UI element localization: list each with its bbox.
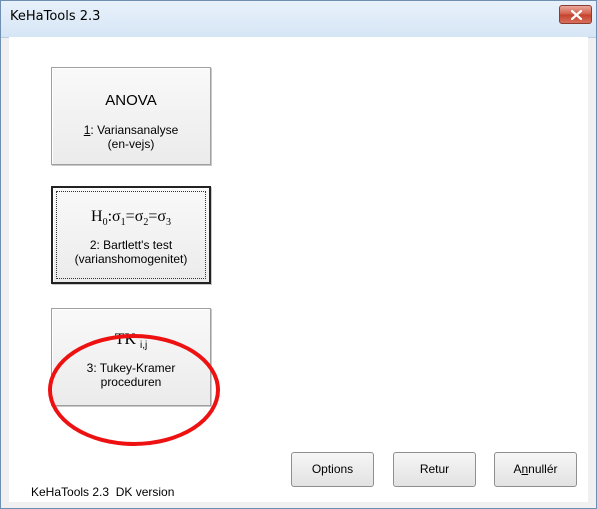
anova-label-line2: (en-vejs) bbox=[107, 137, 155, 151]
bartlett-eq1: = bbox=[125, 208, 135, 225]
tukey-kramer-button[interactable]: TK i,j 3: Tukey-Kramer proceduren bbox=[51, 308, 211, 406]
tukey-heading-sub: i,j bbox=[140, 340, 148, 352]
bartlett-heading: H0:σ1=σ2=σ3 bbox=[53, 208, 209, 228]
anova-button[interactable]: ANOVA 1: Variansanalyse (en-vejs) bbox=[51, 67, 211, 165]
tukey-label: 3: Tukey-Kramer proceduren bbox=[52, 361, 210, 389]
version-status: KeHaTools 2.3 DK version bbox=[31, 485, 175, 499]
bartlett-label: 2: Bartlett's test (varianshomogenitet) bbox=[53, 238, 209, 266]
tukey-heading-text: TK bbox=[114, 331, 137, 348]
tukey-label-line2: proceduren bbox=[100, 375, 162, 390]
bartlett-sigma1: σ bbox=[112, 208, 121, 225]
bartlett-sigma3-sub: 3 bbox=[165, 217, 171, 229]
options-button[interactable]: Options bbox=[291, 452, 374, 487]
retur-button[interactable]: Retur bbox=[393, 452, 476, 487]
bartlett-label-line2: (varianshomogenitet) bbox=[74, 252, 188, 267]
bartlett-h: H bbox=[91, 208, 103, 225]
bartlett-button[interactable]: H0:σ1=σ2=σ3 2: Bartlett's test (variansh… bbox=[51, 186, 211, 284]
anova-label: 1: Variansanalyse (en-vejs) bbox=[52, 123, 210, 151]
anova-heading: ANOVA bbox=[105, 92, 157, 109]
tukey-heading: TK i,j bbox=[52, 331, 210, 351]
close-icon bbox=[571, 10, 582, 20]
bartlett-label-line1: 2: Bartlett's test bbox=[89, 238, 173, 253]
bartlett-sigma3: σ bbox=[157, 208, 166, 225]
annuller-label-rest: nullér bbox=[528, 462, 558, 476]
annuller-button[interactable]: Annullér bbox=[494, 452, 577, 487]
bartlett-eq2: = bbox=[148, 208, 158, 225]
dialog-window: KeHaTools 2.3 ANOVA 1: Variansanalyse (e… bbox=[0, 0, 597, 509]
title-bar: KeHaTools 2.3 bbox=[1, 1, 596, 38]
window-title: KeHaTools 2.3 bbox=[10, 9, 101, 24]
tukey-label-line1: 3: Tukey-Kramer bbox=[86, 361, 176, 376]
dialog-body: ANOVA 1: Variansanalyse (en-vejs) H0:σ1=… bbox=[9, 37, 588, 502]
anova-label-text: : Variansanalyse bbox=[90, 123, 179, 137]
close-button[interactable] bbox=[559, 5, 592, 24]
